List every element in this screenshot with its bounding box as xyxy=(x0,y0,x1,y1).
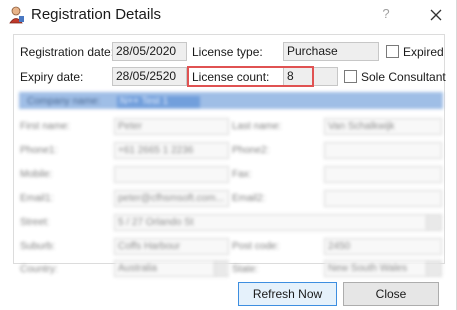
close-button[interactable]: Close xyxy=(343,282,439,306)
suburb-label: Suburb: xyxy=(20,241,56,252)
phone2-field[interactable] xyxy=(324,142,442,159)
email1-field[interactable]: peter@cfhsmsoft.com... xyxy=(114,190,229,207)
license-type-label: License type: xyxy=(192,45,263,59)
registration-date-field[interactable]: 28/05/2020 xyxy=(112,42,187,61)
country-field[interactable]: Australia xyxy=(114,260,229,277)
sole-consultant-label: Sole Consultant xyxy=(361,70,446,84)
street-label: Street: xyxy=(20,217,50,228)
title-bar: Registration Details ? xyxy=(0,0,457,30)
first-name-field[interactable]: Peter xyxy=(114,118,229,135)
expiry-date-label: Expiry date: xyxy=(20,70,84,84)
sole-consultant-checkbox[interactable] xyxy=(344,70,357,83)
contact-details-section: Company name: N++ Test 1 First name: Pet… xyxy=(14,90,444,265)
expired-label: Expired xyxy=(403,45,444,59)
first-name-label: First name: xyxy=(20,121,71,132)
suburb-field[interactable]: Coffs Harbour xyxy=(114,238,229,255)
user-icon xyxy=(9,6,25,24)
country-dropdown-icon[interactable] xyxy=(214,261,229,276)
company-name-label: Company name: xyxy=(27,96,101,107)
last-name-label: Last name: xyxy=(232,121,282,132)
email1-label: Email1: xyxy=(20,193,54,204)
post-code-field[interactable]: 2450 xyxy=(324,238,442,255)
expired-checkbox[interactable] xyxy=(386,45,399,58)
mobile-field[interactable] xyxy=(114,166,229,183)
country-state-row: Country: Australia State: New South Wale… xyxy=(14,258,444,280)
close-icon[interactable] xyxy=(425,4,447,26)
street-field[interactable]: 5 / 27 Orlando St xyxy=(114,214,442,231)
phone1-label: Phone1: xyxy=(20,145,58,156)
expiry-date-field[interactable]: 28/05/2520 xyxy=(112,67,187,86)
phone2-label: Phone2: xyxy=(232,145,270,156)
help-button[interactable]: ? xyxy=(378,6,394,24)
registration-details-window: Registration Details ? Registration date… xyxy=(0,0,457,310)
license-count-highlight xyxy=(187,66,314,87)
email2-label: Email2: xyxy=(232,193,266,204)
post-code-label: Post code: xyxy=(232,241,280,252)
state-field[interactable]: New South Wales xyxy=(324,260,442,277)
company-name-field[interactable]: N++ Test 1 xyxy=(117,96,200,108)
company-name-row[interactable]: Company name: N++ Test 1 xyxy=(19,92,443,109)
email2-field[interactable] xyxy=(324,190,442,207)
last-name-field[interactable]: Van Schalkwijk xyxy=(324,118,442,135)
refresh-now-button[interactable]: Refresh Now xyxy=(238,282,337,306)
window-title: Registration Details xyxy=(31,6,162,23)
registration-date-label: Registration date: xyxy=(20,45,115,59)
state-dropdown-icon[interactable] xyxy=(426,261,441,276)
country-label: Country: xyxy=(20,264,58,275)
fax-label: Fax: xyxy=(232,169,252,180)
mobile-label: Mobile: xyxy=(20,169,53,180)
license-type-field[interactable]: Purchase xyxy=(283,42,379,61)
street-dropdown-icon[interactable] xyxy=(426,215,441,230)
fax-field[interactable] xyxy=(324,166,442,183)
phone1-field[interactable]: +61 2665 1 2236 xyxy=(114,142,229,159)
state-label: State: xyxy=(232,264,259,275)
